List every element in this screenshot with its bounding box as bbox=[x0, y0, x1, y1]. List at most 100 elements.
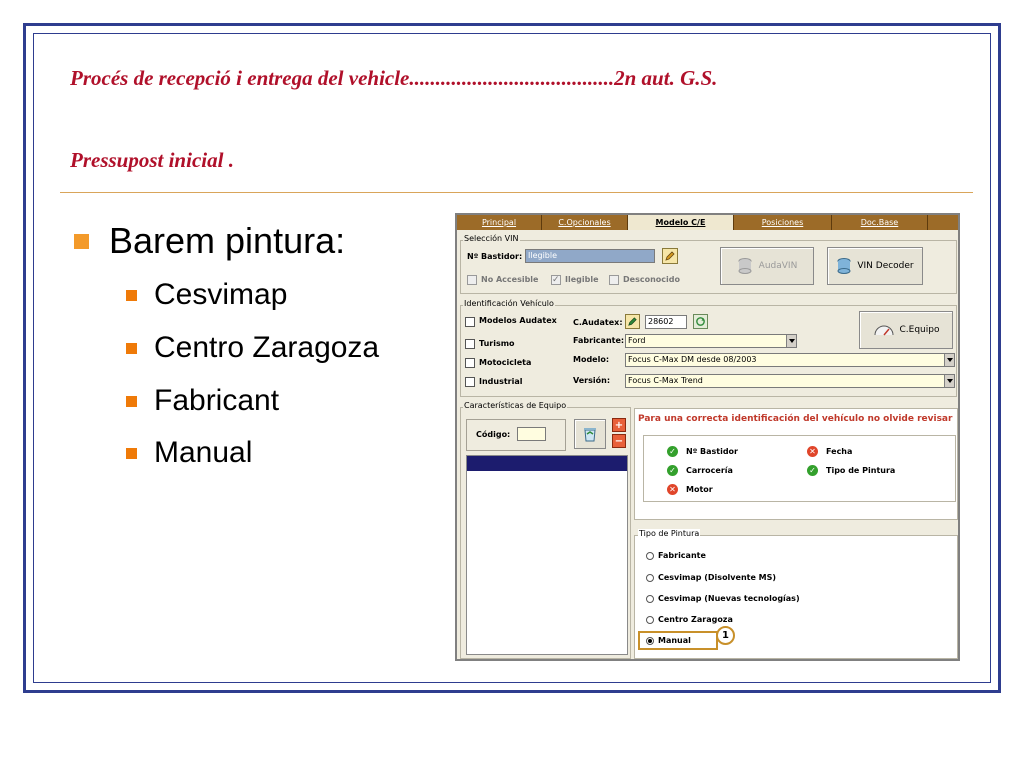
codigo-input[interactable] bbox=[517, 427, 546, 441]
bullet-square-icon bbox=[74, 233, 89, 249]
radio-label-cesvimap-nuevas: Cesvimap (Nuevas tecnologías) bbox=[658, 594, 800, 603]
motocicleta-checkbox[interactable] bbox=[465, 358, 475, 368]
radio-label-manual: Manual bbox=[658, 636, 691, 645]
cequipo-button[interactable]: C.Equipo bbox=[859, 311, 953, 349]
gauge-icon bbox=[874, 325, 894, 336]
radio-manual[interactable] bbox=[646, 637, 654, 645]
industrial-label: Industrial bbox=[479, 377, 523, 386]
turismo-checkbox[interactable] bbox=[465, 339, 475, 349]
database-icon bbox=[837, 258, 851, 274]
tab-posiciones[interactable]: Posiciones bbox=[734, 215, 832, 230]
revisar-item: ✕ Fecha bbox=[807, 446, 852, 457]
version-select[interactable]: Focus C-Max Trend bbox=[625, 374, 955, 388]
revisar-item-label: Carrocería bbox=[686, 466, 733, 475]
revisar-item-label: Fecha bbox=[826, 447, 853, 456]
database-icon bbox=[738, 258, 752, 274]
equipo-group-label: Características de Equipo bbox=[463, 401, 568, 410]
list-item-selected[interactable] bbox=[467, 456, 627, 471]
audavin-button-label: AudaVIN bbox=[758, 261, 798, 271]
check-circle-icon: ✓ bbox=[667, 465, 678, 476]
sub-bullet-text: Cesvimap bbox=[154, 278, 288, 311]
main-bullet-text: Barem pintura: bbox=[109, 220, 346, 261]
dropdown-arrow-icon[interactable] bbox=[944, 354, 954, 366]
bastidor-label: Nº Bastidor: bbox=[467, 252, 523, 261]
check-circle-icon: ✓ bbox=[667, 446, 678, 457]
main-bullet: Barem pintura: bbox=[74, 220, 345, 262]
sub-bullet-text: Centro Zaragoza bbox=[154, 331, 380, 364]
slide-subtitle: Pressupost inicial . bbox=[70, 148, 234, 172]
check-circle-icon: ✓ bbox=[807, 465, 818, 476]
recycle-button[interactable] bbox=[574, 419, 606, 449]
no-accesible-label: No Accesible bbox=[481, 275, 539, 284]
sub-bullet: Centro Zaragoza bbox=[126, 331, 379, 365]
bastidor-input[interactable]: Ilegible bbox=[525, 249, 655, 263]
fabricante-select[interactable]: Ford bbox=[625, 334, 797, 348]
cequipo-button-label: C.Equipo bbox=[899, 325, 940, 335]
modelo-label: Modelo: bbox=[573, 355, 610, 364]
revisar-item: ✓ Tipo de Pintura bbox=[807, 465, 895, 476]
sub-bullet: Cesvimap bbox=[126, 278, 287, 312]
motocicleta-label: Motocicleta bbox=[479, 358, 532, 367]
tab-bar-filler bbox=[928, 215, 958, 230]
sub-bullet-text: Manual bbox=[154, 436, 253, 469]
bullet-square-icon bbox=[126, 289, 137, 301]
tab-bar: Principal C.Opcionales Modelo C/E Posici… bbox=[457, 215, 958, 230]
ilegible-checkbox[interactable]: ✓ bbox=[551, 275, 561, 285]
vin-group-label: Selección VIN bbox=[463, 234, 520, 243]
identificacion-group-label: Identificación Vehículo bbox=[463, 299, 555, 308]
equipo-list[interactable] bbox=[466, 455, 628, 655]
revisar-item-label: Motor bbox=[686, 485, 713, 494]
caudatex-label: C.Audatex: bbox=[573, 318, 623, 327]
tab-modelo-ce[interactable]: Modelo C/E bbox=[628, 215, 734, 230]
version-label: Versión: bbox=[573, 376, 611, 385]
revisar-header: Para una correcta identificación del veh… bbox=[638, 414, 953, 424]
radio-cesvimap-ms[interactable] bbox=[646, 574, 654, 582]
edit-icon[interactable] bbox=[662, 248, 678, 264]
sub-bullet: Fabricant bbox=[126, 384, 279, 418]
bullet-square-icon bbox=[126, 447, 137, 459]
dropdown-arrow-icon[interactable] bbox=[944, 375, 954, 387]
audavin-button[interactable]: AudaVIN bbox=[720, 247, 814, 285]
modelos-audatex-checkbox[interactable] bbox=[465, 317, 475, 327]
modelo-value: Focus C-Max DM desde 08/2003 bbox=[628, 355, 757, 364]
no-accesible-checkbox[interactable] bbox=[467, 275, 477, 285]
radio-label-centro-zaragoza: Centro Zaragoza bbox=[658, 615, 733, 624]
tab-principal[interactable]: Principal bbox=[457, 215, 542, 230]
codigo-label: Código: bbox=[476, 430, 511, 439]
revisar-item: ✕ Motor bbox=[667, 484, 713, 495]
dropdown-arrow-icon[interactable] bbox=[786, 335, 796, 347]
industrial-checkbox[interactable] bbox=[465, 377, 475, 387]
bullet-square-icon bbox=[126, 395, 137, 407]
app-window: Principal C.Opcionales Modelo C/E Posici… bbox=[455, 213, 960, 661]
remove-icon[interactable]: − bbox=[612, 434, 626, 448]
ilegible-label: Ilegible bbox=[565, 275, 599, 284]
callout-badge: 1 bbox=[716, 626, 735, 645]
add-icon[interactable]: + bbox=[612, 418, 626, 432]
caudatex-input[interactable]: 28602 bbox=[645, 315, 687, 329]
refresh-icon[interactable] bbox=[693, 314, 708, 329]
radio-cesvimap-nuevas[interactable] bbox=[646, 595, 654, 603]
tab-c-opcionales[interactable]: C.Opcionales bbox=[542, 215, 628, 230]
checkmark-icon: ✓ bbox=[552, 275, 560, 285]
edit-icon[interactable] bbox=[625, 314, 640, 329]
x-circle-icon: ✕ bbox=[807, 446, 818, 457]
vin-decoder-button-label: VIN Decoder bbox=[857, 261, 914, 271]
radio-label-cesvimap-ms: Cesvimap (Disolvente MS) bbox=[658, 573, 777, 582]
pintura-group-label: Tipo de Pintura bbox=[638, 529, 701, 538]
tab-doc-base[interactable]: Doc.Base bbox=[832, 215, 928, 230]
vin-decoder-button[interactable]: VIN Decoder bbox=[827, 247, 923, 285]
modelos-audatex-label: Modelos Audatex bbox=[479, 316, 557, 325]
desconocido-label: Desconocido bbox=[623, 275, 680, 284]
fabricante-label: Fabricante: bbox=[573, 336, 625, 345]
revisar-item: ✓ Carrocería bbox=[667, 465, 733, 476]
modelo-select[interactable]: Focus C-Max DM desde 08/2003 bbox=[625, 353, 955, 367]
radio-fabricante[interactable] bbox=[646, 552, 654, 560]
revisar-item-label: Nº Bastidor bbox=[686, 447, 738, 456]
slide-title: Procés de recepció i entrega del vehicle… bbox=[70, 66, 718, 90]
revisar-item-label: Tipo de Pintura bbox=[826, 466, 896, 475]
radio-centro-zaragoza[interactable] bbox=[646, 616, 654, 624]
radio-label-fabricante: Fabricante bbox=[658, 551, 706, 560]
desconocido-checkbox[interactable] bbox=[609, 275, 619, 285]
bullet-square-icon bbox=[126, 342, 137, 354]
turismo-label: Turismo bbox=[479, 339, 515, 348]
